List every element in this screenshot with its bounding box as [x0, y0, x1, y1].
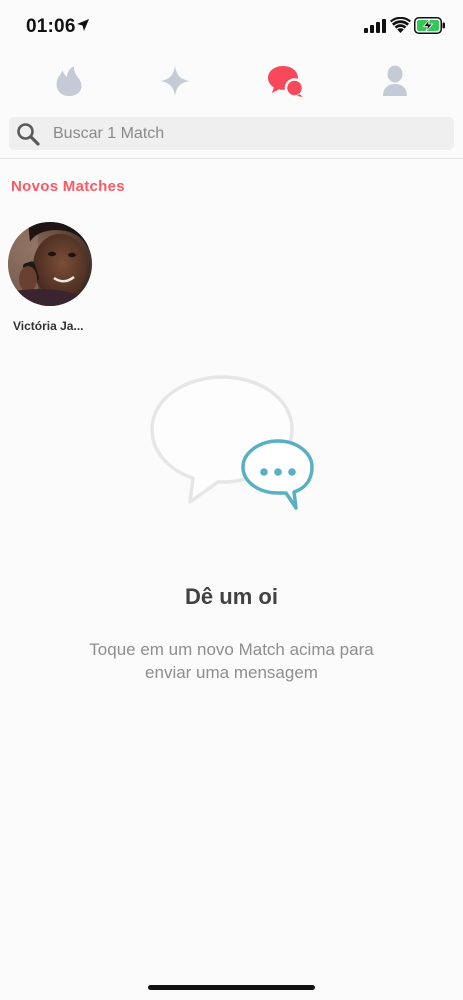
new-matches-title: Novos Matches	[11, 178, 125, 195]
tab-messages[interactable]	[260, 58, 310, 104]
empty-state-text-line1: Toque em um novo Match acima para	[89, 640, 374, 659]
empty-state-text: Toque em um novo Match acima para enviar…	[60, 638, 403, 684]
person-icon	[383, 65, 407, 96]
match-name: Victória Ja...	[13, 319, 84, 333]
search-bar[interactable]	[9, 117, 454, 150]
sparkle-icon	[160, 66, 190, 96]
empty-state-title: Dê um oi	[185, 584, 278, 609]
search-icon	[17, 123, 40, 146]
tab-top-picks[interactable]	[150, 58, 200, 104]
chat-bubbles-icon	[268, 66, 304, 98]
avatar-photo	[8, 222, 92, 306]
status-time: 01:06	[26, 16, 76, 37]
location-arrow-icon	[77, 19, 89, 31]
flame-icon	[56, 66, 82, 96]
wifi-icon	[390, 17, 411, 33]
avatar[interactable]	[8, 222, 92, 306]
match-card[interactable]: Victória Ja...	[8, 222, 94, 336]
chat-bubbles-illustration	[150, 375, 314, 510]
tab-discover[interactable]	[44, 58, 94, 104]
battery-charging-icon	[414, 17, 445, 34]
tab-profile[interactable]	[370, 58, 420, 104]
home-indicator[interactable]	[148, 985, 315, 990]
divider	[0, 158, 463, 159]
empty-state-text-line2: enviar uma mensagem	[145, 663, 318, 682]
cellular-signal-icon	[364, 19, 386, 33]
status-bar: 01:06	[0, 0, 463, 54]
top-nav	[0, 58, 463, 108]
search-input[interactable]	[53, 117, 443, 150]
